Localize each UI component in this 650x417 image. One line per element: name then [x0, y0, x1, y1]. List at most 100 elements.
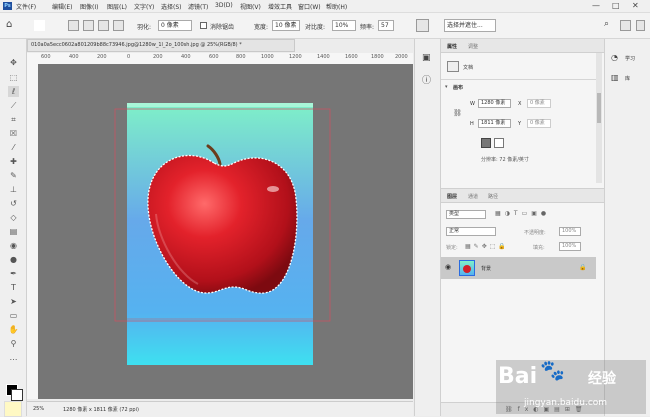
- share-icon[interactable]: [636, 20, 645, 31]
- ruler-tick: 1200: [289, 54, 302, 60]
- search-icon[interactable]: ⌕: [604, 19, 609, 29]
- eyedropper-tool-icon[interactable]: ⁄: [8, 142, 19, 153]
- feather-input[interactable]: 0 像素: [158, 20, 192, 31]
- ruler-tick: 2000: [395, 54, 408, 60]
- tab-properties[interactable]: 属性: [447, 43, 457, 50]
- menu-3d[interactable]: 3D(D): [215, 2, 233, 9]
- menu-filter[interactable]: 滤镜(T): [188, 2, 208, 11]
- menu-select[interactable]: 选择(S): [161, 2, 182, 11]
- lock-icon[interactable]: 🔒: [579, 264, 586, 271]
- y-field[interactable]: 0 像素: [527, 119, 551, 128]
- gradient-tool-icon[interactable]: ▤: [8, 226, 19, 237]
- layer-name[interactable]: 背景: [481, 265, 491, 272]
- menu-edit[interactable]: 编辑(E): [52, 2, 72, 11]
- link-icon[interactable]: ⛓: [453, 109, 462, 117]
- x-field[interactable]: 0 像素: [527, 99, 551, 108]
- close-button[interactable]: ✕: [632, 1, 639, 10]
- menu-help[interactable]: 帮助(H): [326, 2, 347, 11]
- intersect-selection-icon[interactable]: [113, 20, 124, 31]
- visibility-eye-icon[interactable]: ◉: [445, 263, 451, 271]
- blend-mode-select[interactable]: 正常: [446, 227, 496, 236]
- properties-scrollbar[interactable]: [596, 53, 602, 183]
- layer-filter-select[interactable]: 类型: [446, 210, 486, 219]
- layer-filter-icons[interactable]: ▦◑T▭▣●: [495, 210, 550, 217]
- healing-tool-icon[interactable]: ✚: [8, 156, 19, 167]
- tab-channels[interactable]: 通道: [468, 193, 478, 200]
- ruler-tick: 600: [209, 54, 219, 60]
- new-selection-icon[interactable]: [68, 20, 79, 31]
- learn-icon[interactable]: ◔: [611, 53, 618, 62]
- landscape-orientation-icon[interactable]: [494, 138, 504, 148]
- menu-layer[interactable]: 图层(L): [107, 2, 127, 11]
- background-color-swatch[interactable]: [11, 389, 23, 401]
- menu-plugins[interactable]: 增效工具: [268, 2, 292, 11]
- menu-file[interactable]: 文件(F): [16, 2, 36, 11]
- w-label: W: [470, 101, 475, 107]
- watermark-jingyan: 经验: [588, 371, 616, 387]
- subtract-selection-icon[interactable]: [98, 20, 109, 31]
- tab-adjustments[interactable]: 调整: [468, 43, 478, 50]
- crop-tool-icon[interactable]: ⌗: [8, 114, 19, 125]
- antialias-checkbox[interactable]: [200, 22, 207, 29]
- history-panel-icon[interactable]: ▣: [422, 53, 431, 63]
- select-and-mask-button[interactable]: 选择并遮住...: [444, 19, 496, 32]
- add-selection-icon[interactable]: [83, 20, 94, 31]
- fill-field[interactable]: 100%: [559, 242, 581, 251]
- dodge-tool-icon[interactable]: ●: [8, 254, 19, 265]
- learn-label[interactable]: 学习: [625, 55, 635, 62]
- ruler-tick: 800: [236, 54, 246, 60]
- minimize-button[interactable]: —: [592, 1, 600, 10]
- brush-tool-icon[interactable]: ✎: [8, 170, 19, 181]
- quick-mask-icon[interactable]: [4, 401, 22, 417]
- blur-tool-icon[interactable]: ◉: [8, 240, 19, 251]
- shape-tool-icon[interactable]: ▭: [8, 310, 19, 321]
- frequency-input[interactable]: 57: [378, 20, 394, 31]
- path-select-tool-icon[interactable]: ➤: [8, 296, 19, 307]
- divider: [441, 79, 596, 80]
- options-bar: ⌂ 羽化: 0 像素 消除锯齿 宽度: 10 像素 对比度: 10% 频率: 5…: [0, 13, 650, 39]
- quick-select-tool-icon[interactable]: ⟋: [8, 100, 19, 111]
- home-icon[interactable]: ⌂: [6, 19, 12, 30]
- menu-window[interactable]: 窗口(W): [298, 2, 321, 11]
- document-tab[interactable]: 010a0a5ecc0602a801209b88c73946.jpg@1280w…: [27, 39, 295, 52]
- zoom-level[interactable]: 25%: [33, 406, 44, 412]
- info-panel-icon[interactable]: ⓘ: [422, 73, 431, 86]
- zoom-tool-icon[interactable]: ⚲: [8, 338, 19, 349]
- menu-image[interactable]: 图像(I): [80, 2, 98, 11]
- thumbnail-apple: [463, 265, 471, 273]
- pen-tool-icon[interactable]: ✒: [8, 268, 19, 279]
- eraser-tool-icon[interactable]: ◇: [8, 212, 19, 223]
- workspace-icon[interactable]: [620, 20, 631, 31]
- quick-selection-tool-icon[interactable]: [34, 20, 45, 31]
- marquee-tool-icon[interactable]: ⬚: [8, 72, 19, 83]
- width-field[interactable]: 1280 像素: [478, 99, 511, 108]
- hand-tool-icon[interactable]: ✋: [8, 324, 19, 335]
- lasso-tool-icon[interactable]: ℓ: [8, 86, 19, 97]
- history-brush-tool-icon[interactable]: ↺: [8, 198, 19, 209]
- canvas-area[interactable]: [38, 64, 413, 399]
- width-input[interactable]: 10 像素: [272, 20, 300, 31]
- libraries-label[interactable]: 库: [625, 75, 630, 82]
- portrait-orientation-icon[interactable]: [481, 138, 491, 148]
- more-tools-icon[interactable]: …: [8, 352, 19, 363]
- pen-pressure-icon[interactable]: [416, 19, 429, 32]
- menu-type[interactable]: 文字(Y): [134, 2, 154, 11]
- stamp-tool-icon[interactable]: ⊥: [8, 184, 19, 195]
- type-tool-icon[interactable]: T: [8, 282, 19, 293]
- layer-row[interactable]: ◉ 背景 🔒: [441, 257, 596, 279]
- scrollbar-thumb[interactable]: [597, 93, 601, 123]
- tab-paths[interactable]: 路径: [488, 193, 498, 200]
- lock-icons[interactable]: ▦✎✥⬚🔒: [465, 243, 509, 250]
- doc-label: 文档: [463, 65, 474, 71]
- maximize-button[interactable]: □: [612, 1, 620, 10]
- move-tool-icon[interactable]: ✥: [8, 57, 19, 68]
- frame-tool-icon[interactable]: ☒: [8, 128, 19, 139]
- opacity-field[interactable]: 100%: [559, 227, 581, 236]
- watermark-url: jingyan.baidu.com: [524, 398, 608, 408]
- libraries-icon[interactable]: ▥: [611, 73, 619, 82]
- chevron-down-icon[interactable]: ▾: [445, 84, 448, 90]
- height-field[interactable]: 1811 像素: [478, 119, 511, 128]
- tab-layers[interactable]: 图层: [447, 193, 457, 200]
- menu-view[interactable]: 视图(V): [240, 2, 261, 11]
- contrast-input[interactable]: 10%: [332, 20, 356, 31]
